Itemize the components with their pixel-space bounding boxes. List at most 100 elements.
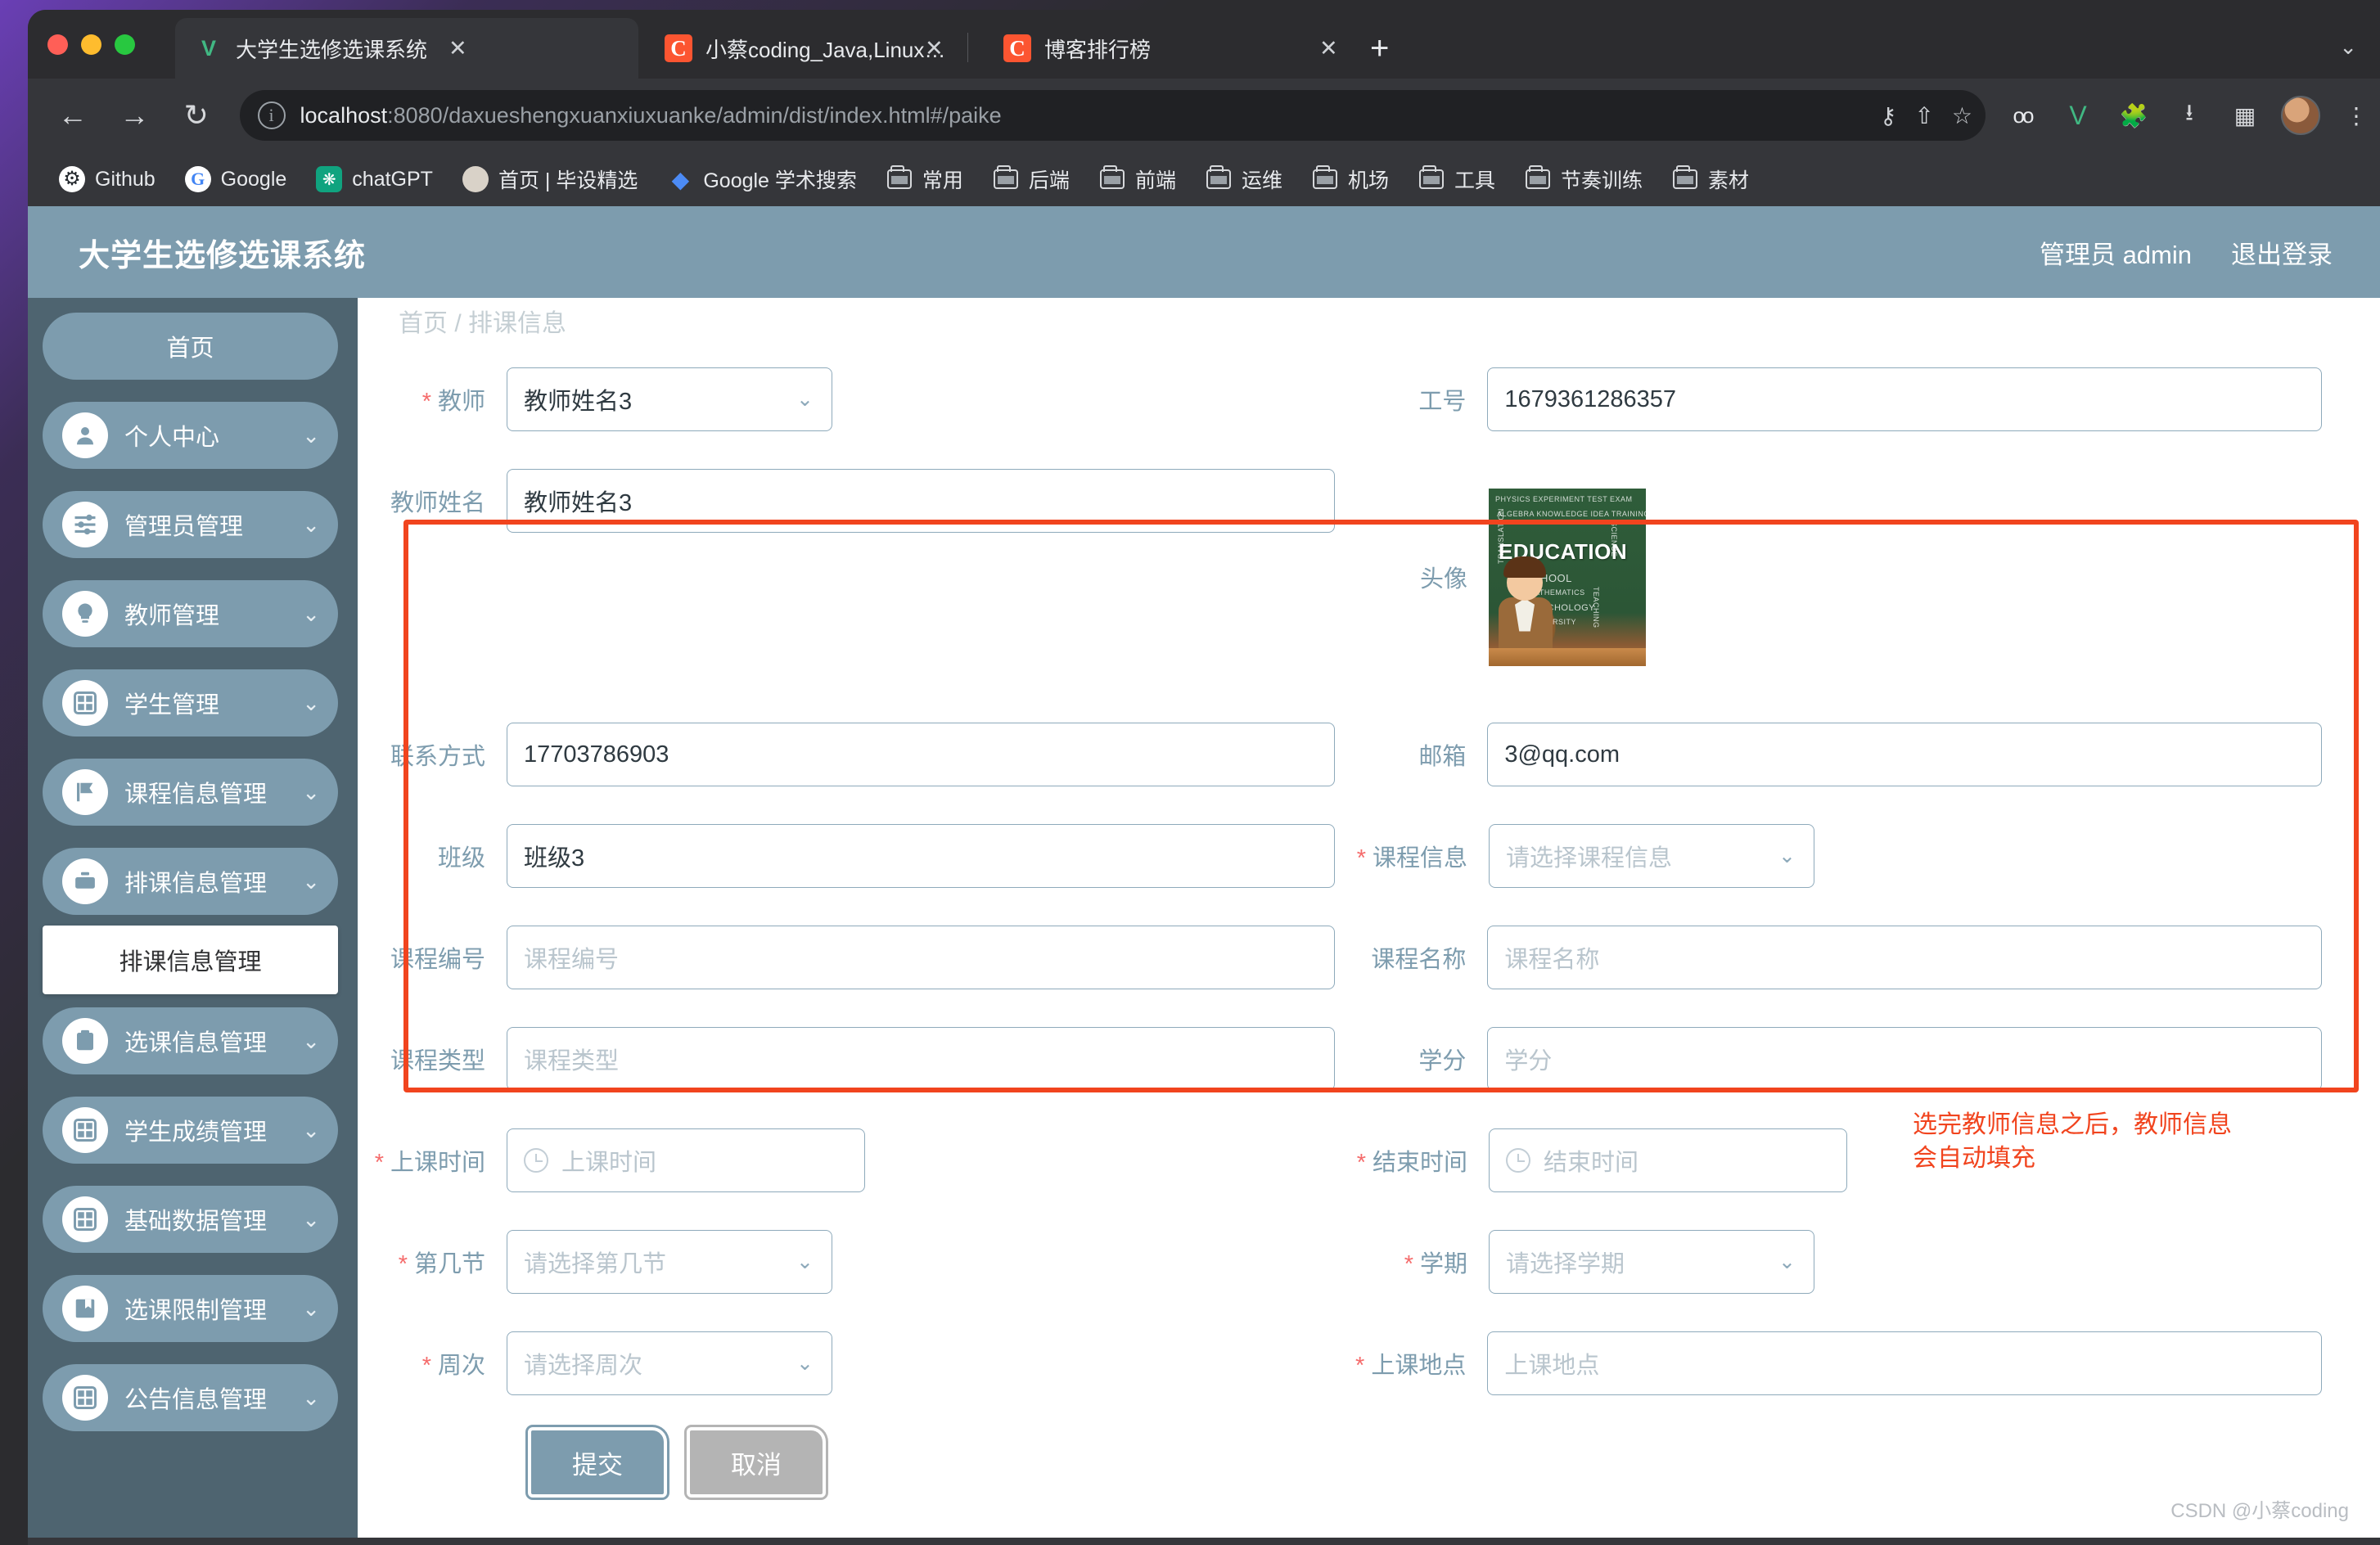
- logout-button[interactable]: 退出登录: [2231, 234, 2333, 271]
- credits-placeholder: 学分: [1504, 1048, 1553, 1074]
- contact-value: 17703786903: [524, 741, 669, 768]
- sidebar-item-course-info-management[interactable]: 课程信息管理 ⌄: [43, 759, 338, 826]
- bookmark-github[interactable]: ⚙ Github: [47, 161, 167, 197]
- course-info-select[interactable]: 请选择课程信息 ⌄: [1489, 824, 1814, 888]
- period-select[interactable]: 请选择第几节 ⌄: [507, 1230, 832, 1294]
- sidebar-submenu-active-schedule-info[interactable]: 排课信息管理: [43, 926, 338, 994]
- address-bar[interactable]: i localhost :8080/daxueshengxuanxiuxuank…: [239, 90, 1986, 141]
- bookmark-folder-yunwei[interactable]: 运维: [1194, 160, 1294, 199]
- teacher-illustration: [1495, 553, 1559, 653]
- class-value: 班级3: [524, 845, 585, 872]
- vue-devtools-icon[interactable]: V: [2054, 92, 2102, 139]
- bookmark-folder-qianduan[interactable]: 前端: [1088, 160, 1188, 199]
- forward-button[interactable]: →: [110, 90, 160, 141]
- watermark: CSDN @小蔡coding: [2170, 1500, 2349, 1522]
- close-tab-icon[interactable]: ✕: [449, 36, 467, 61]
- window-controls[interactable]: [47, 34, 135, 55]
- start-time-picker[interactable]: 上课时间: [507, 1128, 865, 1192]
- reload-button[interactable]: ↻: [171, 90, 222, 141]
- current-user-label: 管理员 admin: [2039, 240, 2192, 269]
- site-info-icon[interactable]: i: [257, 101, 286, 129]
- sidebar-item-label: 排课信息管理: [124, 871, 268, 897]
- share-icon[interactable]: ⇧: [1914, 102, 1933, 129]
- bookmark-star-icon[interactable]: ☆: [1952, 102, 1972, 129]
- opera-extension-icon[interactable]: oo: [1999, 92, 2046, 139]
- download-icon[interactable]: ⭳: [2166, 92, 2213, 139]
- bookmark-google-scholar[interactable]: ◆ Google 学术搜索: [656, 160, 868, 199]
- sidebar-item-admin-management[interactable]: 管理员管理 ⌄: [43, 491, 338, 558]
- vue-icon: V: [201, 35, 216, 61]
- week-select[interactable]: 请选择周次 ⌄: [507, 1331, 832, 1395]
- sidebar-item-teacher-management[interactable]: 教师管理 ⌄: [43, 580, 338, 647]
- bookmark-label: 前端: [1134, 169, 1176, 192]
- form-row-contact: 联系方式 17703786903 邮箱 3@qq.com: [358, 704, 2322, 805]
- sidebar-item-student-grade-management[interactable]: 学生成绩管理 ⌄: [43, 1097, 338, 1164]
- sidebar-item-personal-center[interactable]: 个人中心 ⌄: [43, 402, 338, 469]
- tab-strip: V 大学生选修选课系统 ✕ C 小蔡coding_Java,Linux,前端-C…: [28, 10, 2380, 79]
- course-number-input[interactable]: 课程编号: [507, 926, 1335, 989]
- chevron-down-icon: ⌄: [302, 868, 320, 894]
- overflow-menu-icon[interactable]: ⋮: [2333, 92, 2380, 139]
- bookmark-folder-houduan[interactable]: 后端: [981, 160, 1081, 199]
- puzzle-extension-icon[interactable]: 🧩: [2110, 92, 2157, 139]
- submenu-label: 排课信息管理: [119, 949, 262, 975]
- password-key-icon[interactable]: ⚷: [1880, 102, 1897, 129]
- sidebar-item-course-restriction-management[interactable]: 选课限制管理 ⌄: [43, 1275, 338, 1342]
- sidebar-item-label: 选课限制管理: [124, 1298, 268, 1324]
- email-input[interactable]: 3@qq.com: [1487, 723, 2322, 786]
- bookmark-folder-sucai[interactable]: 素材: [1661, 160, 1760, 199]
- bookmark-folder-changyong[interactable]: 常用: [875, 160, 975, 199]
- course-type-input[interactable]: 课程类型: [507, 1027, 1335, 1091]
- briefcase-icon: [62, 858, 108, 904]
- back-button[interactable]: ←: [47, 90, 98, 141]
- flag-icon: [62, 769, 108, 815]
- bookmark-google[interactable]: G Google: [174, 161, 299, 197]
- cancel-button[interactable]: 取消: [687, 1427, 826, 1498]
- contact-input[interactable]: 17703786903: [507, 723, 1335, 786]
- sidebar-item-schedule-info-management[interactable]: 排课信息管理 ⌄: [43, 848, 338, 915]
- folder-icon: [993, 165, 1019, 192]
- chevron-down-icon: ⌄: [302, 1385, 320, 1410]
- bookmark-chatgpt[interactable]: ❋ chatGPT: [304, 161, 444, 197]
- semester-select[interactable]: 请选择学期 ⌄: [1489, 1230, 1814, 1294]
- bookmark-folder-gongju[interactable]: 工具: [1407, 160, 1507, 199]
- sidebar-item-course-selection-management[interactable]: 选课信息管理 ⌄: [43, 1007, 338, 1074]
- bookmark-shouye[interactable]: 首页 | 毕设精选: [451, 160, 649, 199]
- sidebar-item-announcement-management[interactable]: 公告信息管理 ⌄: [43, 1364, 338, 1431]
- profile-avatar[interactable]: [2277, 92, 2324, 139]
- teacher-select[interactable]: 教师姓名3 ⌄: [507, 367, 832, 431]
- course-name-input[interactable]: 课程名称: [1487, 926, 2322, 989]
- credits-input[interactable]: 学分: [1487, 1027, 2322, 1091]
- minimize-window-button[interactable]: [81, 34, 101, 55]
- semester-placeholder: 请选择学期: [1506, 1251, 1625, 1277]
- tab-2[interactable]: C 博客排行榜: [984, 18, 1327, 79]
- close-window-button[interactable]: [47, 34, 68, 55]
- teacher-select-value: 教师姓名3: [524, 389, 633, 415]
- teacher-name-input[interactable]: 教师姓名3: [507, 469, 1335, 533]
- form-row-teacher-name-avatar: 教师姓名 教师姓名3 头像 PHYSICS EXPERIMENT TEST EX…: [358, 450, 2322, 704]
- folder-icon: [1525, 165, 1551, 192]
- tab-0[interactable]: V 大学生选修选课系统 ✕: [175, 18, 638, 79]
- bookmark-folder-jiezou[interactable]: 节奏训练: [1513, 160, 1654, 199]
- tab-1[interactable]: C 小蔡coding_Java,Linux,前端-CS: [645, 18, 946, 79]
- sidebar-item-basic-data-management[interactable]: 基础数据管理 ⌄: [43, 1186, 338, 1253]
- sidebar-item-label: 选课信息管理: [124, 1030, 268, 1056]
- class-input[interactable]: 班级3: [507, 824, 1335, 888]
- tab-title: 小蔡coding_Java,Linux,前端-CS: [705, 37, 946, 62]
- chevron-down-icon: ⌄: [796, 1250, 814, 1273]
- chevron-down-icon[interactable]: ⌄: [2339, 34, 2357, 60]
- field-email: 邮箱 3@qq.com: [1340, 723, 2322, 786]
- submit-button[interactable]: 提交: [528, 1427, 667, 1498]
- location-input[interactable]: 上课地点: [1487, 1331, 2322, 1395]
- job-number-input[interactable]: 1679361286357: [1487, 367, 2322, 431]
- end-time-picker[interactable]: 结束时间: [1489, 1128, 1847, 1192]
- sidebar-item-student-management[interactable]: 学生管理 ⌄: [43, 669, 338, 736]
- bookmark-folder-jichang[interactable]: 机场: [1300, 160, 1400, 199]
- close-tab-icon[interactable]: ✕: [925, 36, 944, 61]
- close-tab-icon[interactable]: ✕: [1319, 36, 1338, 61]
- new-tab-button[interactable]: +: [1370, 32, 1389, 65]
- maximize-window-button[interactable]: [115, 34, 135, 55]
- sidebar-item-home[interactable]: 首页: [43, 313, 338, 380]
- sidepanel-icon[interactable]: ▦: [2221, 92, 2269, 139]
- field-contact: 联系方式 17703786903: [358, 723, 1340, 786]
